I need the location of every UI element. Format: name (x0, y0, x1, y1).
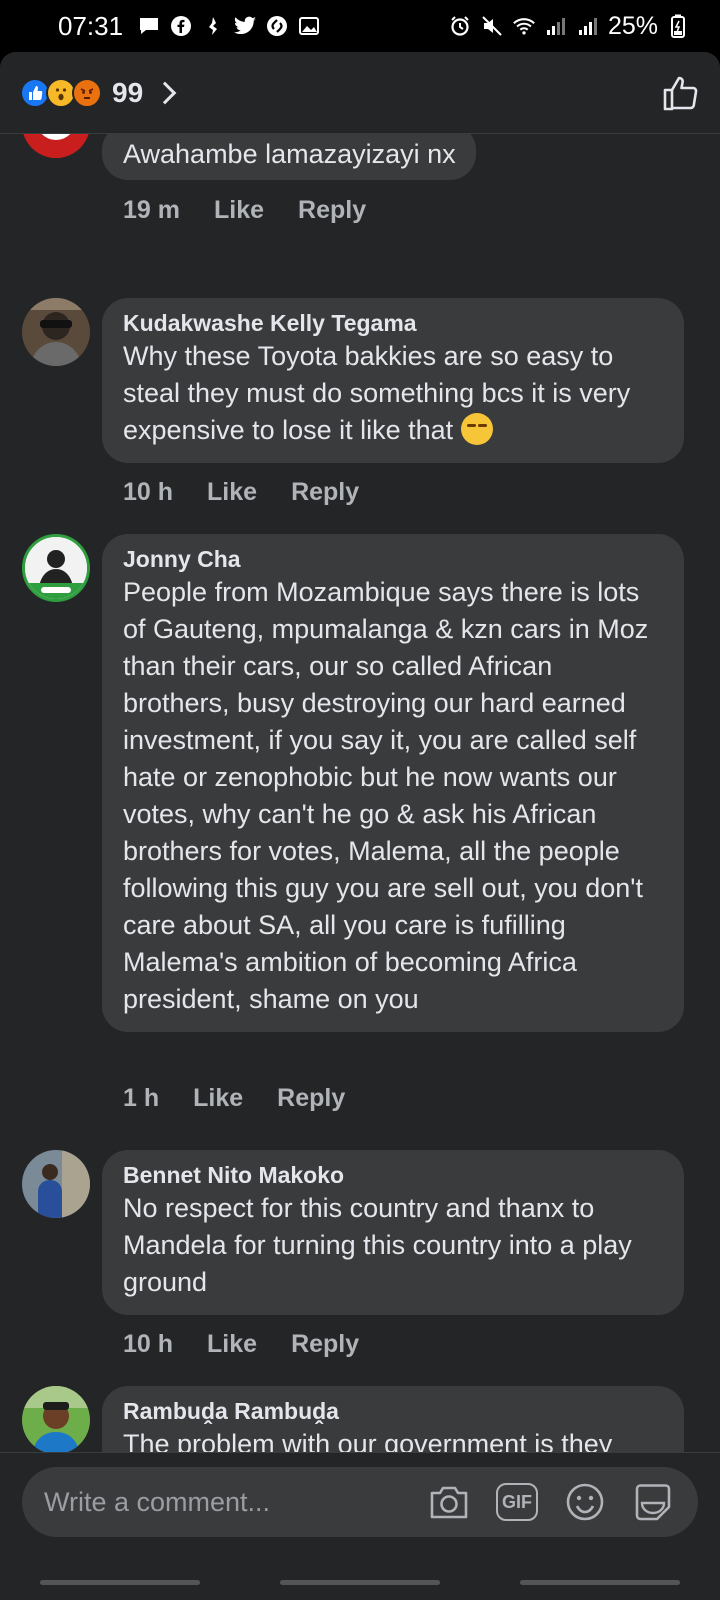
comment-author[interactable]: Jonny Cha (123, 544, 664, 574)
gif-icon: GIF (496, 1483, 538, 1521)
message-icon (137, 14, 161, 38)
comment-bubble[interactable]: Awahambe lamazayizayi nx (102, 134, 476, 180)
alarm-icon (448, 14, 472, 38)
comment-actions: 10 h Like Reply (123, 1330, 359, 1359)
comment-text: No respect for this country and thanx to… (123, 1193, 632, 1297)
like-link[interactable]: Like (207, 1330, 257, 1359)
sticker-icon[interactable] (630, 1479, 676, 1525)
comment-bubble[interactable]: Kudakwashe Kelly Tegama Why these Toyota… (102, 298, 684, 463)
comment-actions: 19 m Like Reply (123, 196, 366, 225)
comment-time[interactable]: 10 h (123, 478, 173, 507)
like-post-button[interactable] (660, 73, 700, 113)
gallery-icon (297, 14, 321, 38)
reaction-icons (20, 77, 102, 108)
reply-link[interactable]: Reply (277, 1084, 345, 1113)
avatar[interactable] (22, 534, 90, 602)
like-link[interactable]: Like (207, 478, 257, 507)
nav-handle[interactable] (40, 1579, 200, 1585)
notification-icons (137, 14, 321, 38)
shazam-icon (265, 14, 289, 38)
reply-link[interactable]: Reply (291, 478, 359, 507)
wifi-icon (512, 14, 536, 38)
comment-author[interactable]: Rambuḓa Rambuḓa (123, 1396, 664, 1426)
reaction-count: 99 (112, 76, 144, 108)
signal-icon (544, 14, 568, 38)
reactions-header[interactable]: 99 (0, 52, 720, 134)
emoji-icon[interactable] (562, 1479, 608, 1525)
comment-actions: 10 h Like Reply (123, 478, 359, 507)
comment-time[interactable]: 1 h (123, 1084, 159, 1113)
mute-icon (480, 14, 504, 38)
status-right: 25% (448, 12, 690, 41)
comment-bubble[interactable]: Bennet Nito Makoko No respect for this c… (102, 1150, 684, 1315)
facebook-icon (169, 14, 193, 38)
comment-input[interactable] (44, 1486, 404, 1518)
comment-text: People from Mozambique says there is lot… (123, 577, 649, 1014)
comment-author[interactable]: Bennet Nito Makoko (123, 1160, 664, 1190)
comment-bubble[interactable]: Jonny Cha People from Mozambique says th… (102, 534, 684, 1032)
reply-link[interactable]: Reply (291, 1330, 359, 1359)
avatar[interactable] (22, 1150, 90, 1218)
angry-reaction-icon (72, 77, 102, 108)
comment-text: Awahambe lamazayizayi nx (123, 139, 456, 169)
camera-icon[interactable] (426, 1479, 472, 1525)
unamused-emoji-icon (460, 413, 493, 445)
comment-list: Awahambe lamazayizayi nx 19 m Like Reply… (0, 134, 720, 1532)
comment-text-content: Why these Toyota bakkies are so easy to … (123, 341, 631, 445)
avatar[interactable] (22, 1386, 90, 1454)
like-link[interactable]: Like (214, 196, 264, 225)
avatar[interactable] (22, 298, 90, 366)
comment-text: Why these Toyota bakkies are so easy to … (123, 338, 664, 449)
status-bar: 07:31 25% (0, 0, 720, 52)
system-nav-bar (0, 1563, 720, 1600)
comment-time[interactable]: 19 m (123, 196, 180, 225)
comment-time[interactable]: 10 h (123, 1330, 173, 1359)
battery-percent: 25% (607, 11, 658, 40)
avatar[interactable] (22, 134, 90, 158)
notification-icon (201, 14, 225, 38)
composer-actions: GIF (426, 1479, 676, 1525)
twitter-icon (233, 14, 257, 38)
comments-sheet: 99 Awahambe lamazayizayi nx 19 m Like Re… (0, 52, 720, 1600)
status-time: 07:31 (58, 10, 124, 41)
comment-actions: 1 h Like Reply (123, 1084, 345, 1113)
reply-link[interactable]: Reply (298, 196, 366, 225)
battery-icon (666, 14, 690, 38)
comment-input-box[interactable]: GIF (22, 1467, 698, 1537)
signal-icon (576, 14, 600, 38)
comment-author[interactable]: Kudakwashe Kelly Tegama (123, 308, 664, 338)
like-link[interactable]: Like (193, 1084, 243, 1113)
chevron-right-icon (153, 81, 177, 104)
nav-handle[interactable] (520, 1579, 680, 1585)
comment-composer: GIF (0, 1452, 720, 1600)
nav-handle[interactable] (280, 1579, 440, 1585)
gif-button[interactable]: GIF (494, 1479, 540, 1525)
